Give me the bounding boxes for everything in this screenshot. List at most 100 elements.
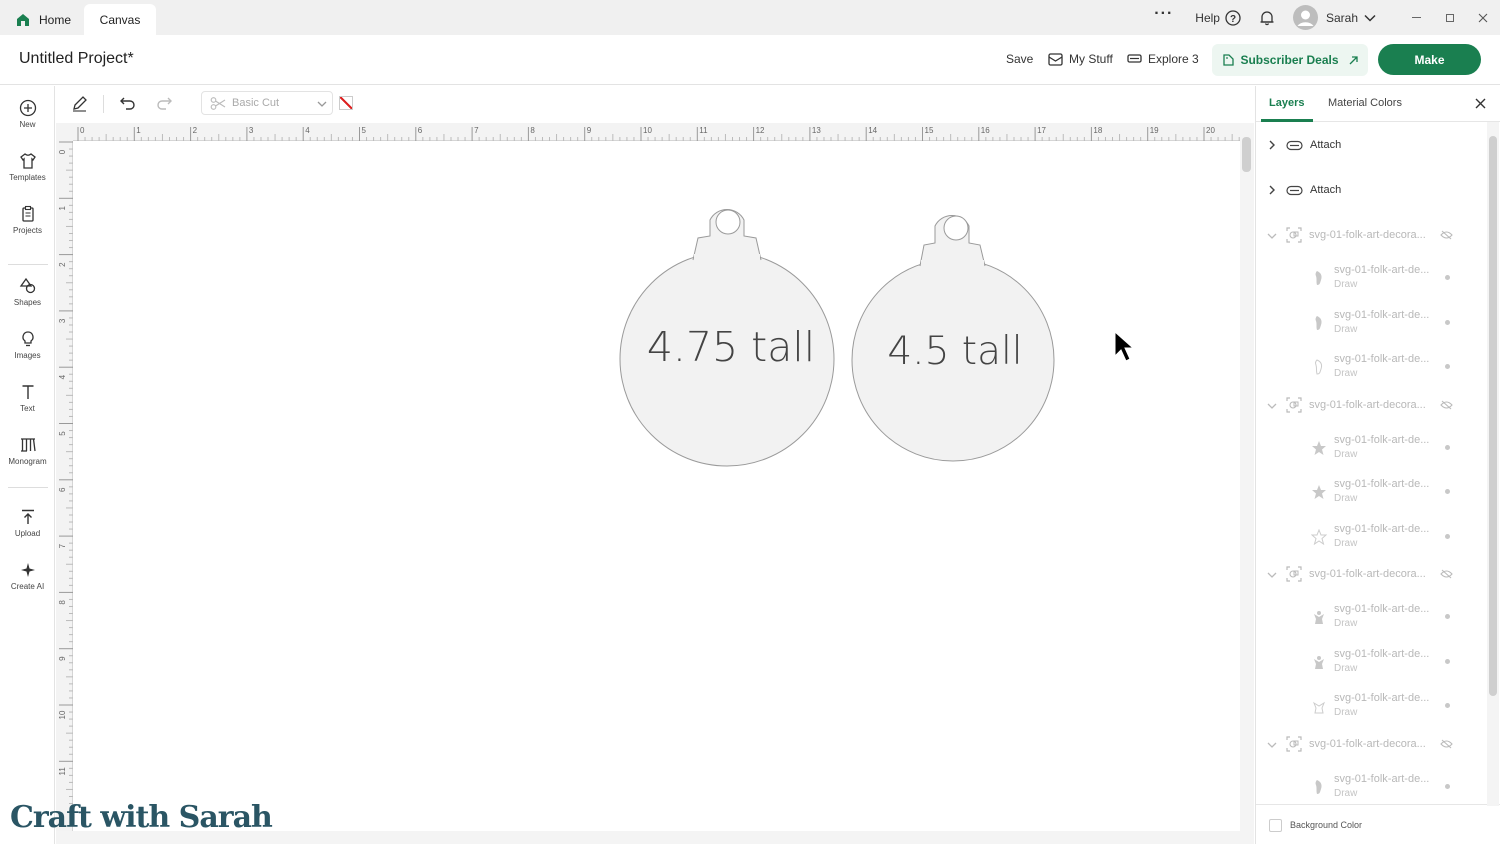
layer-color-dot[interactable]: [1445, 319, 1450, 325]
sidebar-label-create-ai: Create AI: [10, 582, 45, 591]
tab-home[interactable]: Home: [8, 4, 79, 35]
ornament-right[interactable]: 4.5 tall: [851, 214, 1055, 462]
ruler-left-label: 6: [58, 487, 67, 492]
layer-group[interactable]: svg-01-folk-art-decora...: [1256, 227, 1488, 248]
layer-color-dot[interactable]: [1445, 614, 1450, 619]
ornament-left[interactable]: 4.75 tall: [485, 200, 865, 474]
sidebar-label-templates: Templates: [9, 173, 46, 182]
layer-color-dot[interactable]: [1445, 444, 1450, 450]
sidebar-item-monogram[interactable]: Monogram: [0, 436, 55, 466]
layers-scroll-thumb[interactable]: [1489, 136, 1497, 696]
layer-color-dot[interactable]: [1445, 275, 1450, 280]
layer-group[interactable]: svg-01-folk-art-decora...: [1256, 735, 1488, 757]
help-icon[interactable]: ?: [1225, 9, 1241, 26]
redo-icon[interactable]: [156, 96, 172, 110]
more-options-icon[interactable]: ···: [1154, 5, 1173, 23]
design-canvas[interactable]: 4.75 tall 4.5 tall: [74, 142, 1240, 831]
chevron-down-icon[interactable]: [1267, 231, 1277, 243]
layers-scrollbar[interactable]: [1487, 122, 1499, 806]
visibility-off-icon[interactable]: [1440, 400, 1453, 413]
avatar[interactable]: [1292, 5, 1318, 30]
scroll-thumb[interactable]: [1242, 137, 1251, 172]
close-window-icon[interactable]: [1478, 13, 1488, 23]
operation-label: Basic Cut: [232, 97, 280, 109]
layer-color-dot[interactable]: [1445, 783, 1450, 789]
tab-canvas[interactable]: Canvas: [84, 4, 156, 35]
project-title[interactable]: Untitled Project*: [19, 50, 134, 68]
sidebar-item-shapes[interactable]: Shapes: [0, 277, 55, 307]
sidebar-item-templates[interactable]: Templates: [0, 152, 55, 182]
color-swatch-none[interactable]: [339, 96, 353, 110]
layer-item-label: svg-01-folk-art-de...: [1334, 433, 1430, 446]
mouse-cursor-icon: [1114, 330, 1135, 362]
sidebar-item-images[interactable]: Images: [0, 330, 55, 360]
layer-item[interactable]: svg-01-folk-art-de... Draw: [1256, 648, 1488, 680]
layer-color-dot[interactable]: [1445, 364, 1450, 369]
user-name[interactable]: Sarah: [1326, 11, 1358, 25]
layer-item[interactable]: svg-01-folk-art-de... Draw: [1256, 309, 1488, 341]
layer-attach-group[interactable]: Attach: [1256, 138, 1488, 158]
layer-color-dot[interactable]: [1445, 489, 1450, 494]
background-color-checkbox[interactable]: [1269, 819, 1282, 832]
undo-icon[interactable]: [120, 96, 136, 110]
visibility-off-icon[interactable]: [1440, 739, 1453, 752]
canvas-vertical-scrollbar[interactable]: [1240, 123, 1254, 831]
sidebar-item-new[interactable]: New: [0, 99, 55, 129]
layer-item[interactable]: svg-01-folk-art-de... Draw: [1256, 773, 1488, 805]
chevron-down-icon[interactable]: [1364, 12, 1376, 24]
layer-item[interactable]: svg-01-folk-art-de... Draw: [1256, 692, 1488, 724]
tab-material-colors[interactable]: Material Colors: [1328, 97, 1402, 109]
close-panel-icon[interactable]: [1475, 98, 1486, 109]
background-color-row[interactable]: Background Color: [1256, 804, 1500, 844]
sidebar-item-projects[interactable]: Projects: [0, 205, 55, 235]
make-button[interactable]: Make: [1378, 44, 1481, 75]
layer-item[interactable]: svg-01-folk-art-de... Draw: [1256, 264, 1488, 296]
ruler-top-label: 11: [699, 126, 708, 135]
layer-item-label: svg-01-folk-art-de...: [1334, 353, 1430, 365]
subscriber-deals-button[interactable]: Subscriber Deals: [1212, 44, 1368, 76]
layer-group-label: svg-01-folk-art-decora...: [1309, 229, 1426, 241]
layer-color-dot[interactable]: [1445, 703, 1450, 708]
bell-icon[interactable]: [1259, 10, 1275, 26]
machine-button[interactable]: Explore 3: [1127, 52, 1199, 66]
chevron-down-icon[interactable]: [1267, 740, 1277, 752]
sidebar-item-create-ai[interactable]: Create AI: [0, 561, 55, 591]
layer-item[interactable]: svg-01-folk-art-de... Draw: [1256, 353, 1488, 385]
machine-label: Explore 3: [1148, 52, 1199, 66]
ruler-top: 0 1 2 3 4 5 6 7 8 9 10 11 12 13 14 15 16 17 18 19 20: [73, 123, 1240, 141]
sidebar-label-shapes: Shapes: [13, 298, 42, 307]
layer-attach-group[interactable]: Attach: [1256, 183, 1488, 203]
layer-color-dot[interactable]: [1445, 658, 1450, 664]
sidebar-label-upload: Upload: [14, 529, 41, 538]
lightbulb-icon: [21, 331, 34, 347]
visibility-off-icon[interactable]: [1440, 230, 1453, 243]
save-button[interactable]: Save: [1006, 52, 1033, 66]
layer-group[interactable]: svg-01-folk-art-decora...: [1256, 396, 1488, 418]
layer-item[interactable]: svg-01-folk-art-de... Draw: [1256, 523, 1488, 555]
operation-select[interactable]: Basic Cut: [201, 91, 333, 115]
sidebar-item-text[interactable]: Text: [0, 383, 55, 413]
chevron-down-icon[interactable]: [1267, 570, 1277, 582]
my-stuff-button[interactable]: My Stuff: [1048, 52, 1113, 66]
toolbar-divider: [103, 95, 104, 113]
layer-thumbnail-icon: [1311, 779, 1327, 798]
chevron-right-icon[interactable]: [1268, 140, 1276, 153]
layer-item[interactable]: svg-01-folk-art-de... Draw: [1256, 478, 1488, 510]
maximize-icon[interactable]: [1446, 13, 1454, 22]
layer-item-label: svg-01-folk-art-de...: [1334, 692, 1430, 704]
minimize-icon[interactable]: [1412, 17, 1421, 18]
tab-layers[interactable]: Layers: [1269, 97, 1304, 109]
help-label[interactable]: Help: [1195, 11, 1220, 25]
layer-group[interactable]: svg-01-folk-art-decora...: [1256, 566, 1488, 587]
chevron-down-icon[interactable]: [1267, 401, 1277, 413]
make-label: Make: [1414, 52, 1445, 67]
layer-color-dot[interactable]: [1445, 533, 1450, 539]
layer-item[interactable]: svg-01-folk-art-de... Draw: [1256, 603, 1488, 635]
chevron-right-icon[interactable]: [1268, 185, 1276, 198]
pencil-icon[interactable]: [71, 95, 88, 112]
layer-item[interactable]: svg-01-folk-art-de... Draw: [1256, 434, 1488, 466]
attach-icon: [1286, 185, 1303, 199]
visibility-off-icon[interactable]: [1440, 569, 1453, 582]
sidebar-item-upload[interactable]: Upload: [0, 508, 55, 538]
ruler-left-label: 5: [58, 431, 67, 436]
